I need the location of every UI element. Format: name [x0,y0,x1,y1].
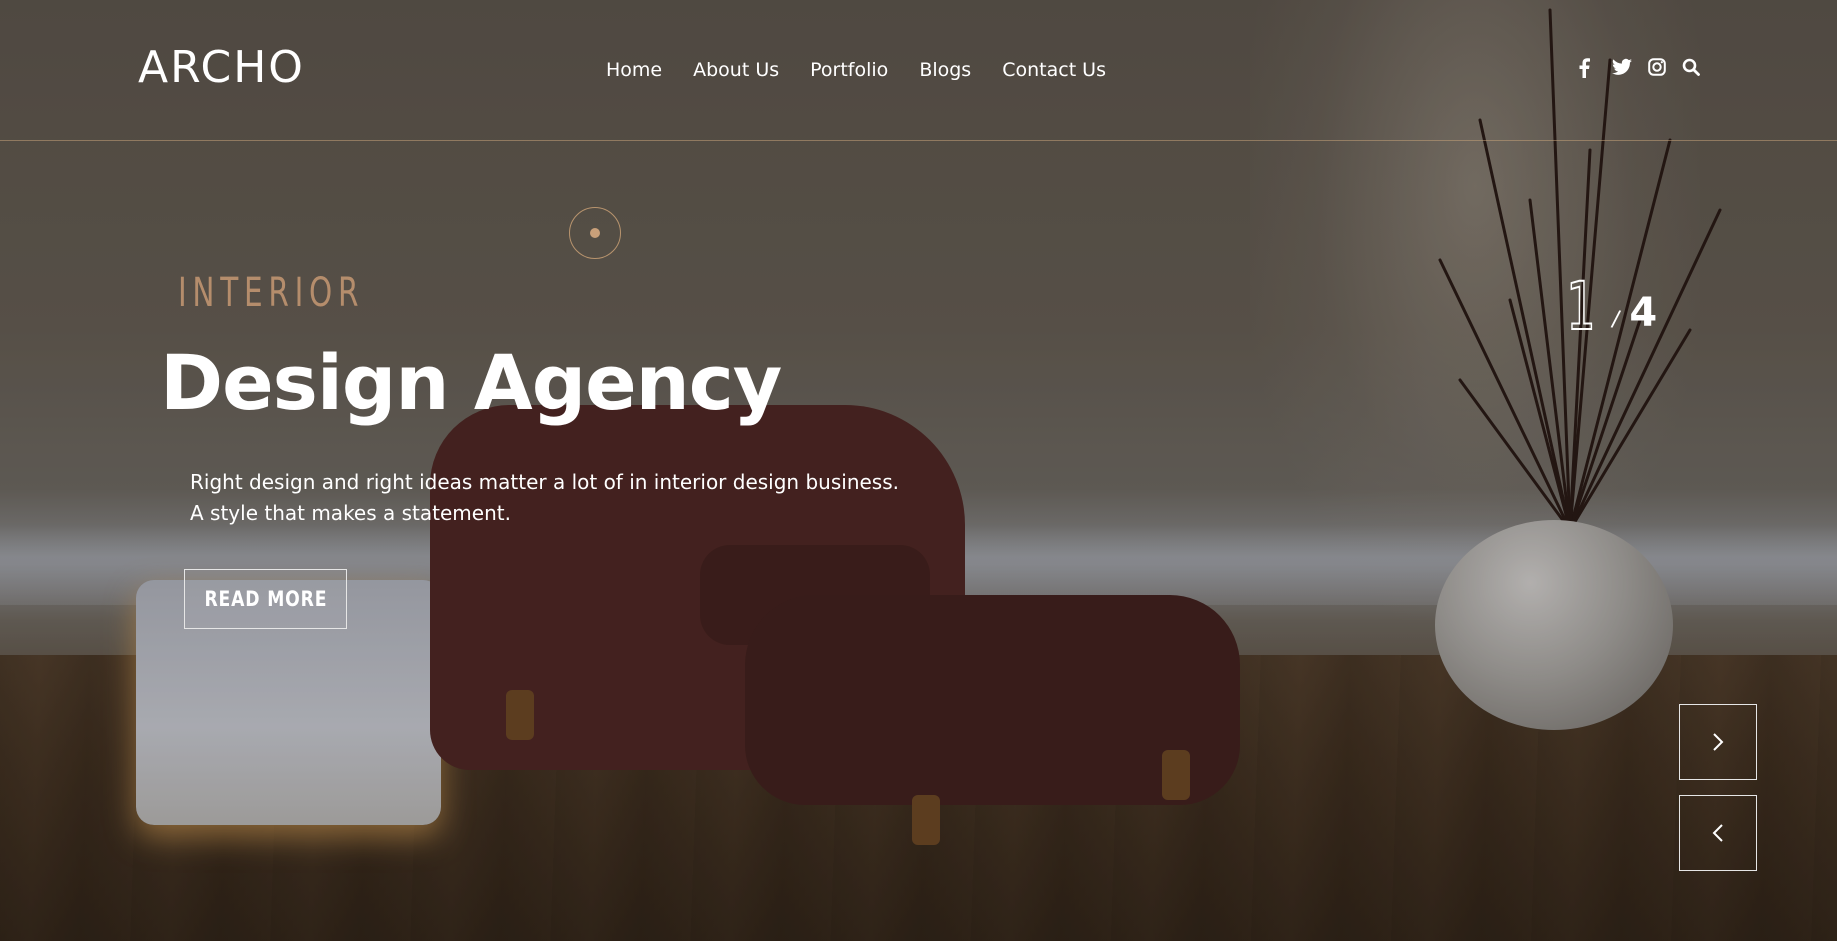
nav-item-contact-us[interactable]: Contact Us [1002,58,1106,82]
slide-total: 4 [1629,290,1658,336]
read-more-label: READ MORE [204,587,327,611]
chevron-left-icon [1712,824,1723,842]
site-header: ARCHO Home About Us Portfolio Blogs Cont… [0,0,1837,141]
search-icon[interactable] [1682,58,1700,80]
nav-item-about-us[interactable]: About Us [693,58,779,82]
slide-counter: 1 / 4 [1560,268,1658,345]
facebook-icon[interactable] [1578,58,1596,80]
slide-current: 1 [1566,268,1597,345]
hero-kicker: INTERIOR [178,270,365,316]
hero-section: ARCHO Home About Us Portfolio Blogs Cont… [0,0,1837,941]
decorative-dot-ring-icon [569,207,621,259]
nav-item-home[interactable]: Home [606,58,662,82]
site-logo[interactable]: ARCHO [138,44,305,92]
nav-item-blogs[interactable]: Blogs [919,58,971,82]
hero-description-line: A style that makes a statement. [190,501,511,525]
social-links [1578,58,1700,80]
next-slide-button[interactable] [1679,704,1757,780]
twitter-icon[interactable] [1612,58,1632,80]
main-nav: Home About Us Portfolio Blogs Contact Us [606,58,1106,82]
instagram-icon[interactable] [1648,58,1666,80]
prev-slide-button[interactable] [1679,795,1757,871]
hero-description-line: Right design and right ideas matter a lo… [190,470,899,494]
nav-item-portfolio[interactable]: Portfolio [810,58,888,82]
slide-separator: / [1609,306,1622,333]
chevron-right-icon [1713,733,1724,751]
read-more-button[interactable]: READ MORE [184,569,347,629]
hero-headline: Design Agency [160,338,782,427]
hero-description: Right design and right ideas matter a lo… [190,467,990,529]
